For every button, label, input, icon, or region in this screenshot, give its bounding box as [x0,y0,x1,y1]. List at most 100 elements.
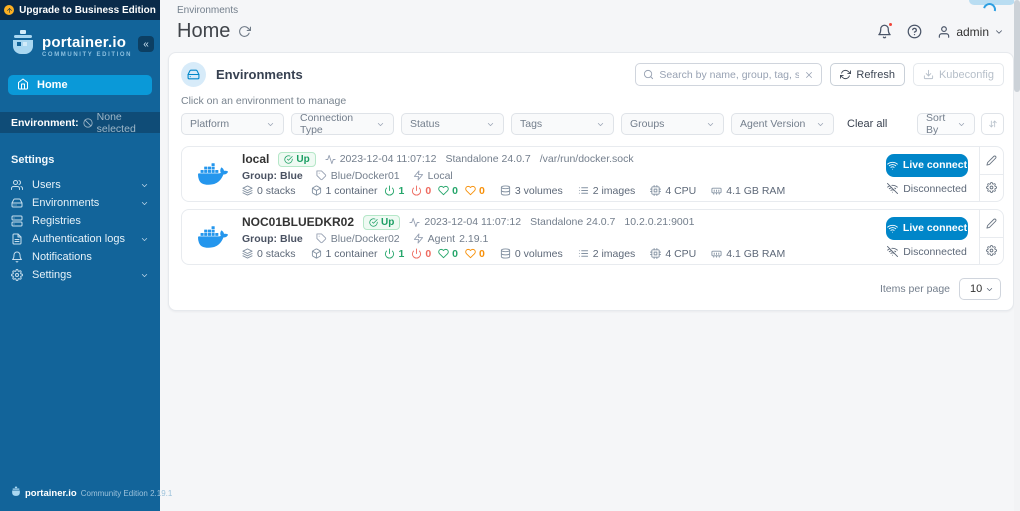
volumes-icon [500,248,511,259]
page-scrollbar-thumb[interactable] [1014,0,1020,92]
live-connect-label: Live connect [903,159,967,171]
filter-groups[interactable]: Groups [621,113,724,135]
user-icon [937,25,951,39]
filter-tags[interactable]: Tags [511,113,614,135]
cpu-icon [650,248,661,259]
connection-status-text: Disconnected [903,183,967,195]
upgrade-banner[interactable]: Upgrade to Business Edition [0,0,160,20]
environment-card[interactable]: local Up 2023-12-04 11:07:12 Standalone … [181,146,1004,202]
edit-environment-button[interactable] [980,147,1003,174]
platform-meta: Standalone 24.0.7 [530,216,615,228]
connection-meta: Local [413,170,457,182]
edit-environment-button[interactable] [980,210,1003,237]
gear-icon [11,269,23,281]
environment-url: 10.2.0.21:9001 [624,216,694,228]
heart-icon [465,185,476,196]
images-stat: 2 images [578,185,636,197]
items-per-page-value: 10 [970,283,982,295]
environment-value: None selected [97,111,149,135]
filter-status[interactable]: Status [401,113,504,135]
live-connect-label: Live connect [903,222,967,234]
connection-status-text: Disconnected [903,246,967,258]
notifications-bell-icon[interactable] [877,24,892,39]
container-icon [311,185,322,196]
live-connect-button[interactable]: Live connect [886,217,968,240]
wifi-off-icon [887,183,898,194]
containers-stat: 1 container 1 0 [311,248,485,260]
chevron-down-icon [985,285,994,294]
memory-icon [711,248,722,259]
search-input[interactable] [659,69,799,81]
environment-card[interactable]: NOC01BLUEDKR02 Up 2023-12-04 11:07:12 St… [181,209,1004,265]
tag-value: Blue/Docker01 [331,170,400,182]
ram-value: 4.1 GB RAM [726,248,785,260]
upgrade-label: Upgrade to Business Edition [19,5,156,16]
platform-meta: Standalone 24.0.7 [445,153,530,165]
filter-label: Groups [630,118,664,130]
sidebar-item-authentication-logs[interactable]: Authentication logs [0,230,160,248]
environment-settings-button[interactable] [980,237,1003,265]
slash-circle-icon [83,118,93,128]
kubeconfig-button[interactable]: Kubeconfig [913,63,1004,86]
memory-icon [711,185,722,196]
clear-all-button[interactable]: Clear all [847,118,887,130]
wifi-off-icon [887,246,898,257]
stopped-count: 0 [411,185,431,197]
volumes-value: 0 volumes [515,248,563,260]
sidebar-item-notifications[interactable]: Notifications [0,248,160,266]
connection-meta: Agent 2.19.1 [413,233,489,245]
filter-label: Connection Type [300,112,376,136]
sort-by-select[interactable]: Sort By [917,113,975,135]
breadcrumb[interactable]: Environments [177,5,238,16]
heartbeat-icon [325,154,336,165]
sidebar-collapse-button[interactable]: « [138,36,154,52]
live-connect-button[interactable]: Live connect [886,154,968,177]
unhealthy-count: 0 [465,248,485,260]
sidebar-item-registries[interactable]: Registries [0,212,160,230]
stacks-stat: 0 stacks [242,185,296,197]
sidebar-item-users[interactable]: Users [0,176,160,194]
wifi-icon [887,223,898,234]
images-list-icon [578,248,589,259]
clear-search-icon[interactable] [804,70,814,80]
connection-type: Agent [428,233,455,245]
heartbeat-meta: 2023-12-04 11:07:12 [409,216,521,228]
sidebar-item-environments[interactable]: Environments [0,194,160,212]
healthy-value: 0 [452,248,458,260]
filter-platform[interactable]: Platform [181,113,284,135]
stopped-value: 0 [425,248,431,260]
page-scrollbar-track [1014,0,1020,511]
power-icon [384,248,395,259]
panel-hint: Click on an environment to manage [169,94,1013,113]
refresh-button[interactable]: Refresh [830,63,905,86]
help-icon[interactable] [907,24,922,39]
user-menu[interactable]: admin [937,25,1004,39]
sidebar: Upgrade to Business Edition portainer.io… [0,0,160,511]
portainer-footer-logo-icon [11,486,21,501]
environment-name: local [242,152,269,166]
environment-settings-button[interactable] [980,174,1003,202]
environment-selector-band: Environment: None selected [0,112,160,133]
running-count: 1 [384,248,404,260]
refresh-icon[interactable] [238,25,251,38]
auth-logs-icon [11,233,23,245]
sidebar-item-settings[interactable]: Settings [0,266,160,284]
heartbeat-icon [409,217,420,228]
filter-agent-version[interactable]: Agent Version [731,113,834,135]
stopped-value: 0 [425,185,431,197]
chevron-down-icon [486,120,495,129]
timestamp: 2023-12-04 11:07:12 [340,153,437,165]
chevron-down-icon [140,199,149,208]
stacks-icon [242,185,253,196]
sidebar-item-label: Environments [32,197,99,209]
sort-direction-button[interactable] [981,113,1004,135]
running-value: 1 [398,248,404,260]
environments-panel: Environments Refresh [168,52,1014,311]
items-per-page-select[interactable]: 10 [959,278,1001,300]
heart-icon [438,248,449,259]
search-icon [643,69,654,80]
sidebar-item-home[interactable]: Home [8,75,152,95]
portainer-logo-icon [10,30,36,61]
sidebar-item-label: Authentication logs [32,233,125,245]
filter-connection-type[interactable]: Connection Type [291,113,394,135]
